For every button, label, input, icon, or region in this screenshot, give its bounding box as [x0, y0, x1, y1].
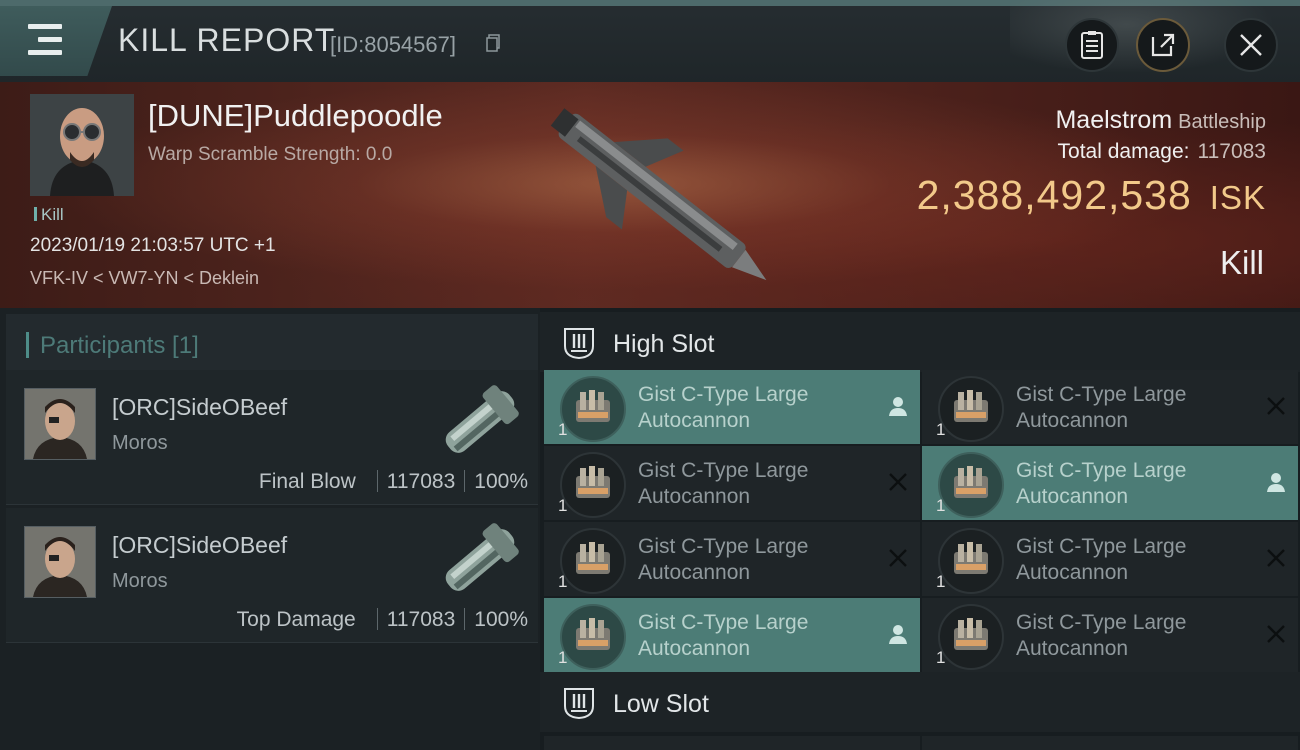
participant-percent: 100%	[474, 608, 528, 631]
module-slot[interactable]: 1 Gist C-Type Large Autocannon	[922, 598, 1298, 672]
low-slot-module-partial[interactable]	[922, 736, 1298, 750]
destroyed-x-icon	[886, 546, 910, 570]
module-slot[interactable]: 1 Gist C-Type Large Autocannon	[544, 446, 920, 520]
module-quantity: 1	[558, 496, 568, 515]
kill-type-tag: Kill	[34, 205, 64, 225]
module-quantity: 1	[936, 496, 946, 515]
autocannon-icon	[560, 604, 626, 670]
module-slot[interactable]: 1 Gist C-Type Large Autocannon	[544, 522, 920, 596]
autocannon-icon	[938, 376, 1004, 442]
victim-ship-name[interactable]: Maelstrom Battleship	[1055, 106, 1266, 135]
participant-ship-icon[interactable]	[434, 376, 526, 468]
total-damage-label: Total damage:	[1057, 140, 1190, 163]
participant-row[interactable]: [ORC]SideOBeef Moros Top Damage 117083 100…	[6, 508, 538, 643]
module-quantity: 1	[936, 648, 946, 667]
low-slot-module-partial[interactable]	[544, 736, 920, 750]
low-slot-title: Low Slot	[613, 690, 709, 718]
high-slot-icon	[564, 328, 594, 360]
isk-value: 2,388,492,538 ISK	[917, 172, 1266, 219]
module-slot[interactable]: 1 Gist C-Type Large Autocannon	[544, 598, 920, 672]
module-name: Gist C-Type Large Autocannon	[638, 459, 809, 508]
victim-ship-image[interactable]	[520, 86, 800, 308]
participant-role: Final Blow	[258, 470, 356, 493]
module-quantity: 1	[558, 420, 568, 439]
total-damage: Total damage: 117083	[1058, 140, 1266, 164]
module-quantity: 1	[936, 572, 946, 591]
ship-type: Maelstrom	[1055, 106, 1173, 134]
module-quantity: 1	[558, 572, 568, 591]
module-name: Gist C-Type Large Autocannon	[1016, 383, 1187, 432]
high-slot-header: High Slot	[540, 312, 1300, 372]
dropped-person-icon	[886, 394, 910, 418]
participant-name[interactable]: [ORC]SideOBeef	[112, 532, 287, 559]
clipboard-button[interactable]	[1065, 18, 1119, 72]
module-name: Gist C-Type Large Autocannon	[638, 611, 809, 660]
module-name: Gist C-Type Large Autocannon	[1016, 611, 1187, 660]
participant-row[interactable]: [ORC]SideOBeef Moros Final Blow 117083 100…	[6, 370, 538, 505]
participant-percent: 100%	[474, 470, 528, 493]
destroyed-x-icon	[886, 470, 910, 494]
title-bar: KILL REPORT [ID:8054567]	[0, 0, 1300, 82]
avatar[interactable]	[24, 526, 96, 598]
autocannon-icon	[560, 452, 626, 518]
share-icon	[1151, 33, 1175, 57]
module-quantity: 1	[936, 420, 946, 439]
participant-ship: Moros	[112, 432, 168, 454]
participant-damage: 117083	[386, 470, 456, 493]
kill-location[interactable]: VFK-IV < VW7-YN < Deklein	[30, 268, 259, 289]
destroyed-x-icon	[1264, 394, 1288, 418]
ship-class: Battleship	[1178, 111, 1266, 133]
participant-ship-icon[interactable]	[434, 514, 526, 606]
module-name: Gist C-Type Large Autocannon	[638, 535, 809, 584]
avatar[interactable]	[24, 388, 96, 460]
warp-scramble-strength: Warp Scramble Strength: 0.0	[148, 144, 393, 165]
share-button[interactable]	[1136, 18, 1190, 72]
participants-header[interactable]: Participants [1]	[6, 314, 538, 373]
participant-stats: Final Blow 117083 100%	[259, 470, 528, 494]
destroyed-x-icon	[1264, 622, 1288, 646]
participants-title: Participants [1]	[40, 332, 199, 359]
autocannon-icon	[560, 528, 626, 594]
participants-panel: Participants [1] [ORC]SideOBeef Moros Fi…	[0, 308, 540, 750]
close-icon	[1240, 34, 1262, 56]
module-quantity: 1	[558, 648, 568, 667]
victim-banner: [DUNE]Puddlepoodle Warp Scramble Strengt…	[0, 82, 1300, 308]
copy-icon[interactable]	[486, 34, 500, 52]
module-slot[interactable]: 1 Gist C-Type Large Autocannon	[922, 370, 1298, 444]
victim-portrait[interactable]	[30, 94, 134, 196]
autocannon-icon	[938, 604, 1004, 670]
kill-date: 2023/01/19 21:03:57 UTC +1	[30, 235, 276, 256]
low-slot-header: Low Slot	[540, 672, 1300, 732]
kill-id: [ID:8054567]	[330, 32, 456, 57]
victim-name[interactable]: [DUNE]Puddlepoodle	[148, 98, 443, 134]
fitting-panel: High Slot 1 Gist C-Type Large Autocannon 1 G…	[540, 308, 1300, 750]
high-slot-title: High Slot	[613, 330, 715, 358]
page-title: KILL REPORT	[118, 22, 336, 58]
module-name: Gist C-Type Large Autocannon	[1016, 459, 1187, 508]
dropped-person-icon	[886, 622, 910, 646]
destroyed-x-icon	[1264, 546, 1288, 570]
module-name: Gist C-Type Large Autocannon	[638, 383, 809, 432]
module-name: Gist C-Type Large Autocannon	[1016, 535, 1187, 584]
participant-name[interactable]: [ORC]SideOBeef	[112, 394, 287, 421]
total-damage-value: 117083	[1197, 140, 1266, 163]
result-label: Kill	[1219, 244, 1264, 281]
menu-button[interactable]	[0, 6, 112, 76]
dropped-person-icon	[1264, 470, 1288, 494]
module-slot[interactable]: 1 Gist C-Type Large Autocannon	[922, 446, 1298, 520]
autocannon-icon	[560, 376, 626, 442]
participant-role: Top Damage	[236, 608, 356, 631]
participant-damage: 117083	[386, 608, 456, 631]
clipboard-icon	[1081, 31, 1103, 59]
isk-amount: 2,388,492,538	[916, 172, 1192, 218]
autocannon-icon	[938, 528, 1004, 594]
low-slot-icon	[564, 688, 594, 720]
participant-ship: Moros	[112, 570, 168, 592]
close-button[interactable]	[1224, 18, 1278, 72]
module-slot[interactable]: 1 Gist C-Type Large Autocannon	[544, 370, 920, 444]
autocannon-icon	[938, 452, 1004, 518]
module-slot[interactable]: 1 Gist C-Type Large Autocannon	[922, 522, 1298, 596]
participant-stats: Top Damage 117083 100%	[237, 608, 528, 632]
isk-unit: ISK	[1209, 179, 1266, 216]
